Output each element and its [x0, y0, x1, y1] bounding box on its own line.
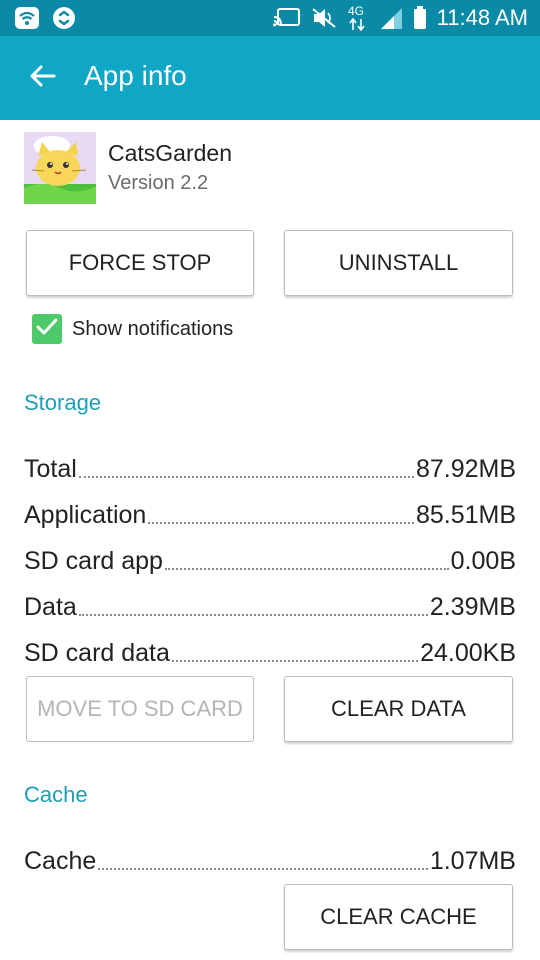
storage-section-header: Storage [24, 390, 102, 415]
back-button[interactable] [22, 56, 62, 100]
stat-label: Data [24, 593, 77, 621]
dotted-leader [148, 522, 414, 524]
network-4g-icon: 4G [347, 4, 369, 32]
page-title: App info [84, 60, 187, 91]
network-type-label: 4G [348, 4, 364, 18]
checkmark-icon [36, 318, 58, 341]
cast-icon [272, 7, 301, 29]
back-arrow-icon [28, 64, 56, 93]
storage-row-application: Application 85.51MB [24, 496, 516, 530]
clear-cache-button[interactable]: CLEAR CACHE [284, 884, 513, 950]
storage-row-data: Data 2.39MB [24, 588, 516, 622]
stat-value: 0.00B [450, 547, 516, 575]
status-left [14, 6, 76, 30]
notifications-label: Show notifications [72, 317, 234, 340]
show-notifications-toggle[interactable]: Show notifications [32, 314, 233, 344]
app-bar: App info [0, 36, 540, 120]
dotted-leader [78, 614, 428, 616]
status-right: 4G 11:48 AM [272, 4, 528, 32]
dotted-leader [98, 868, 428, 870]
stat-label: SD card app [24, 547, 163, 575]
app-name: CatsGarden [108, 140, 233, 166]
status-time: 11:48 AM [436, 5, 528, 30]
signal-strength-icon [379, 6, 403, 30]
uninstall-button[interactable]: UNINSTALL [284, 230, 513, 296]
clear-data-button[interactable]: CLEAR DATA [284, 676, 513, 742]
stat-value: 24.00KB [420, 639, 516, 667]
stat-value: 1.07MB [429, 847, 516, 875]
cache-section-header: Cache [24, 782, 88, 807]
dotted-leader [78, 476, 414, 478]
stat-value: 85.51MB [415, 501, 516, 529]
stat-label: Total [24, 455, 77, 483]
cache-row: Cache 1.07MB [24, 842, 516, 876]
stat-label: SD card data [24, 639, 170, 667]
stat-value: 2.39MB [429, 593, 516, 621]
mute-icon [311, 7, 337, 29]
dotted-leader [171, 660, 419, 662]
status-bar: 4G 11:48 AM [0, 0, 540, 36]
storage-row-sd-card-app: SD card app 0.00B [24, 542, 516, 576]
stat-label: Cache [24, 847, 97, 875]
storage-row-total: Total 87.92MB [24, 450, 516, 484]
shazam-notification-icon [52, 6, 76, 30]
force-stop-button[interactable]: FORCE STOP [26, 230, 254, 296]
move-to-sd-card-button[interactable]: MOVE TO SD CARD [26, 676, 254, 742]
wifi-notification-icon [14, 6, 40, 30]
stat-value: 87.92MB [415, 455, 516, 483]
app-version: Version 2.2 [108, 172, 209, 194]
stat-label: Application [24, 501, 147, 529]
storage-row-sd-card-data: SD card data 24.00KB [24, 634, 516, 668]
dotted-leader [164, 568, 449, 570]
app-icon [24, 132, 96, 204]
battery-icon [413, 6, 427, 30]
notifications-checkbox[interactable] [32, 314, 62, 344]
